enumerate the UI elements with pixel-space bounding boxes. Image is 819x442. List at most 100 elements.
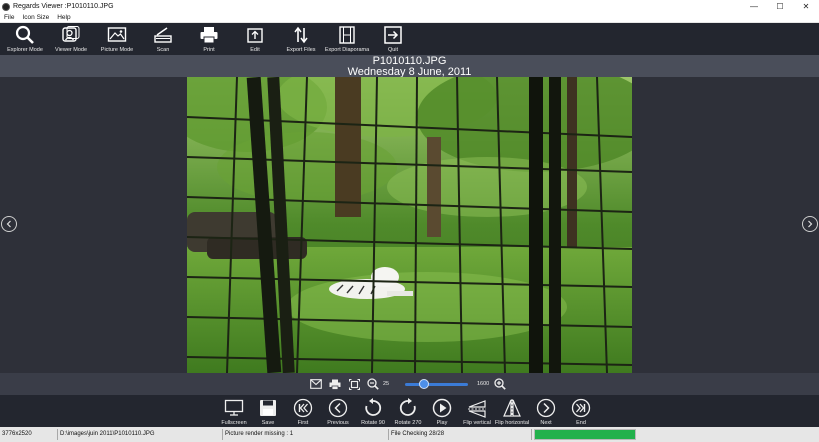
flip-vertical-button[interactable]: Flip vertical xyxy=(458,396,496,426)
file-check-progress-fill xyxy=(535,430,635,439)
flip-vertical-label: Flip vertical xyxy=(463,420,491,426)
print-small-icon xyxy=(329,379,341,390)
zoom-out-icon xyxy=(367,378,379,390)
displayed-photo[interactable] xyxy=(187,77,632,373)
fit-screen-icon xyxy=(348,378,360,390)
rotate-270-label: Rotate 270 xyxy=(394,420,422,426)
picture-mode-button[interactable]: Picture Mode xyxy=(94,23,140,55)
viewer-mode-button[interactable]: Viewer Mode xyxy=(48,23,94,55)
zoom-in-button[interactable] xyxy=(493,378,507,390)
flip-horizontal-icon xyxy=(502,398,522,418)
flip-horizontal-button[interactable]: Flip horizontal xyxy=(493,396,531,426)
next-icon xyxy=(536,398,556,418)
zoom-out-button[interactable] xyxy=(366,378,380,390)
end-label: End xyxy=(576,420,586,426)
menu-help[interactable]: Help xyxy=(53,14,74,21)
flip-horizontal-label: Flip horizontal xyxy=(494,420,530,426)
zoom-in-icon xyxy=(494,378,506,390)
end-button[interactable]: End xyxy=(562,396,600,426)
save-label: Save xyxy=(261,420,275,426)
rotate-90-label: Rotate 90 xyxy=(361,420,385,426)
picture-mode-label: Picture Mode xyxy=(100,47,134,53)
status-file-checking: File Checking 28/28 xyxy=(389,429,532,440)
status-render: Picture render missing : 1 xyxy=(223,429,389,440)
app-icon xyxy=(2,2,10,11)
fullscreen-label: Fullscreen xyxy=(221,420,247,426)
picture-header: P1010110.JPG Wednesday 8 June, 2011 xyxy=(0,55,819,78)
email-icon xyxy=(310,379,322,389)
email-button[interactable] xyxy=(309,378,323,390)
previous-button[interactable]: Previous xyxy=(319,396,357,426)
save-icon xyxy=(258,398,278,418)
picture-viewer xyxy=(0,77,819,373)
quit-button[interactable]: Quit xyxy=(370,23,416,55)
export-files-label: Export Files xyxy=(286,47,316,53)
export-diaporama-label: Export Diaporama xyxy=(324,47,370,53)
picture-icon xyxy=(107,25,127,45)
menu-bar: File Icon Size Help xyxy=(0,13,819,23)
zoom-print-button[interactable] xyxy=(328,378,342,390)
navigation-bar: Fullscreen Save First Previous Rotate 90… xyxy=(0,395,819,427)
viewer-icon xyxy=(61,25,81,45)
scan-icon xyxy=(153,25,173,45)
monitor-icon xyxy=(224,398,244,418)
print-button[interactable]: Print xyxy=(186,23,232,55)
status-dimensions: 3776x2520 xyxy=(0,429,58,440)
first-label: First xyxy=(297,420,309,426)
close-button[interactable]: ✕ xyxy=(793,0,819,13)
fullscreen-button[interactable]: Fullscreen xyxy=(215,396,253,426)
end-icon xyxy=(571,398,591,418)
scan-label: Scan xyxy=(156,47,170,53)
viewer-mode-label: Viewer Mode xyxy=(55,47,87,53)
previous-label: Previous xyxy=(327,420,349,426)
status-file-path: D:\images\juin 2011\P1010110.JPG xyxy=(58,429,223,440)
chevron-right-icon xyxy=(808,220,813,228)
play-button[interactable]: Play xyxy=(423,396,461,426)
menu-file[interactable]: File xyxy=(0,14,18,21)
maximize-button[interactable]: ☐ xyxy=(767,0,793,13)
print-label: Print xyxy=(203,47,215,53)
minimize-button[interactable]: — xyxy=(741,0,767,13)
export-files-button[interactable]: Export Files xyxy=(278,23,324,55)
zoom-bar: 25 1600 xyxy=(0,373,819,395)
export-diaporama-button[interactable]: Export Diaporama xyxy=(324,23,370,55)
search-icon xyxy=(15,25,35,45)
edit-label: Edit xyxy=(250,47,260,53)
next-button[interactable]: Next xyxy=(527,396,565,426)
quit-label: Quit xyxy=(387,47,399,53)
play-label: Play xyxy=(436,420,448,426)
explorer-mode-label: Explorer Mode xyxy=(7,47,43,53)
zoom-slider-track[interactable] xyxy=(405,383,468,386)
next-label: Next xyxy=(540,420,552,426)
flip-vertical-icon xyxy=(467,398,487,418)
export-files-icon xyxy=(291,25,311,45)
play-icon xyxy=(432,398,452,418)
first-icon xyxy=(293,398,313,418)
edit-icon xyxy=(245,25,265,45)
file-check-progress xyxy=(534,429,636,440)
zoom-max-label: 1600 xyxy=(477,381,490,387)
menu-icon-size[interactable]: Icon Size xyxy=(18,14,53,21)
edit-button[interactable]: Edit xyxy=(232,23,278,55)
print-icon xyxy=(199,25,219,45)
rotate-90-button[interactable]: Rotate 90 xyxy=(354,396,392,426)
quit-icon xyxy=(383,25,403,45)
window-controls: — ☐ ✕ xyxy=(741,0,819,13)
first-button[interactable]: First xyxy=(284,396,322,426)
main-toolbar: Explorer Mode Viewer Mode Picture Mode S… xyxy=(0,23,819,55)
rotate-270-button[interactable]: Rotate 270 xyxy=(389,396,427,426)
previous-arrow-button[interactable] xyxy=(1,216,17,232)
title-bar: Regards Viewer :P1010110.JPG — ☐ ✕ xyxy=(0,0,819,13)
fit-screen-button[interactable] xyxy=(347,378,361,390)
rotate-right-icon xyxy=(398,398,418,418)
window-title: Regards Viewer :P1010110.JPG xyxy=(13,3,114,10)
explorer-mode-button[interactable]: Explorer Mode xyxy=(2,23,48,55)
next-arrow-button[interactable] xyxy=(802,216,818,232)
rotate-left-icon xyxy=(363,398,383,418)
zoom-min-label: 25 xyxy=(383,381,390,387)
zoom-slider-thumb[interactable] xyxy=(418,379,429,389)
previous-icon xyxy=(328,398,348,418)
scan-button[interactable]: Scan xyxy=(140,23,186,55)
save-button[interactable]: Save xyxy=(249,396,287,426)
status-bar: 3776x2520 D:\images\juin 2011\P1010110.J… xyxy=(0,427,819,442)
